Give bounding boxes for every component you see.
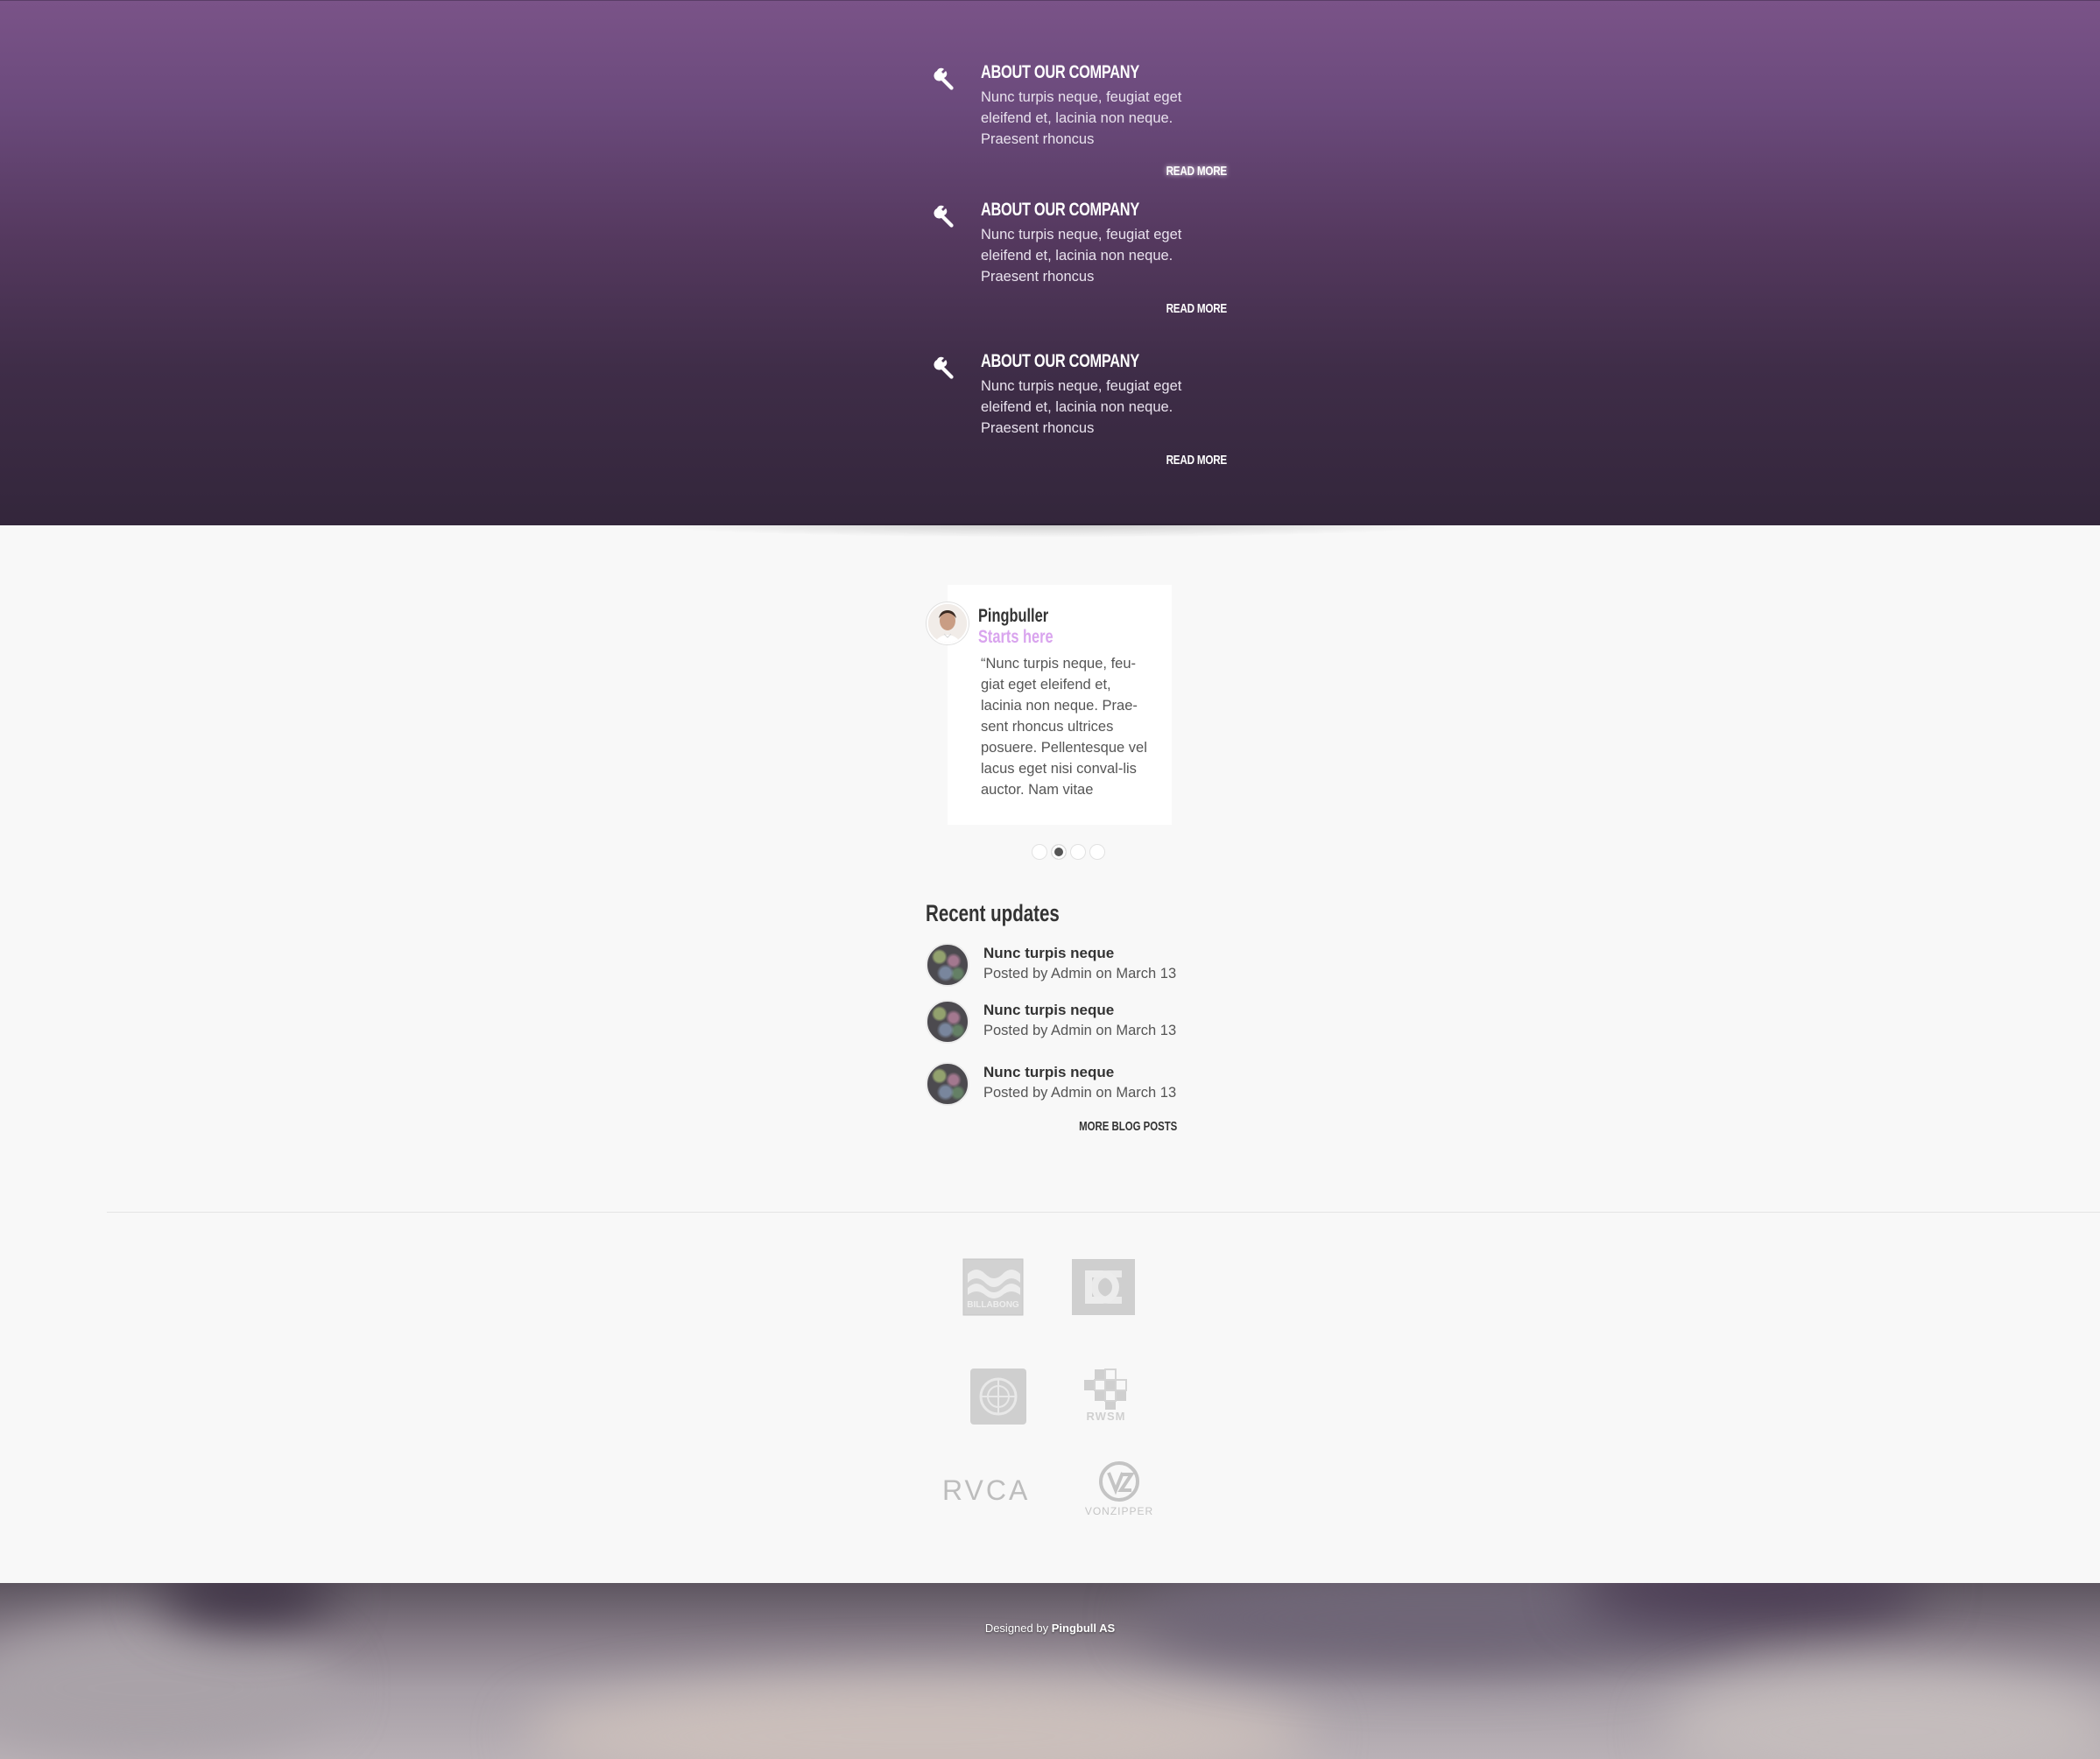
post-thumbnail[interactable] xyxy=(926,943,969,987)
feature-text: Nunc turpis neque, feugiat eget eleifend… xyxy=(981,227,1182,285)
post-title[interactable]: Nunc turpis neque xyxy=(983,1064,1114,1081)
post-thumbnail[interactable] xyxy=(926,1000,969,1044)
footer-credit-link[interactable]: Pingbull AS xyxy=(1052,1622,1115,1635)
slider-dot[interactable] xyxy=(1089,844,1105,860)
post-title[interactable]: Nunc turpis neque xyxy=(983,945,1114,962)
vonzipper-logo[interactable]: VONZIPPER xyxy=(1082,1460,1156,1520)
testimonial-quote: “Nunc turpis neque, feu-giat eget eleife… xyxy=(981,656,1147,798)
rwsm-logo-text: RWSM xyxy=(1086,1410,1126,1423)
testimonial-name: Pingbuller xyxy=(978,606,1049,626)
list-item[interactable]: Nunc turpis neque Posted by Admin on Mar… xyxy=(926,1062,1180,1108)
post-thumbnail[interactable] xyxy=(926,1062,969,1106)
hero-section: About our company Nunc turpis neque, feu… xyxy=(0,0,2100,525)
wrench-icon xyxy=(934,356,954,379)
divider xyxy=(107,1212,2100,1213)
slider-dot-active[interactable] xyxy=(1051,844,1067,860)
element-logo[interactable]: element xyxy=(969,1368,1027,1425)
billabong-logo[interactable]: BILLABONG xyxy=(962,1258,1024,1316)
post-title[interactable]: Nunc turpis neque xyxy=(983,1002,1114,1019)
feature-title: About our company xyxy=(981,200,1139,220)
post-meta: Posted by Admin on March 13 xyxy=(983,966,1177,982)
list-item[interactable]: Nunc turpis neque Posted by Admin on Mar… xyxy=(926,1000,1180,1045)
vonzipper-logo-text: VONZIPPER xyxy=(1084,1505,1154,1517)
person-avatar-icon xyxy=(928,604,967,643)
slider-pagination xyxy=(1032,844,1105,862)
footer: Designed by Pingbull AS xyxy=(0,1583,2100,1759)
rvca-logo-text: RVCA xyxy=(942,1474,1031,1506)
footer-background-blur xyxy=(0,1618,333,1758)
slider-dot[interactable] xyxy=(1032,844,1047,860)
testimonial-subtitle: Starts here xyxy=(978,627,1054,647)
footer-credit-prefix: Designed by xyxy=(984,1622,1049,1635)
page: About our company Nunc turpis neque, feu… xyxy=(0,0,2100,1759)
read-more-link[interactable]: Read more xyxy=(1142,301,1228,316)
hero-shadow xyxy=(631,524,1471,538)
footer-background-blur xyxy=(525,1679,1314,1759)
post-meta: Posted by Admin on March 13 xyxy=(983,1085,1177,1101)
rwsm-logo-icon xyxy=(1084,1369,1127,1410)
dc-logo-icon xyxy=(1072,1259,1135,1315)
wrench-icon xyxy=(934,205,954,228)
post-meta: Posted by Admin on March 13 xyxy=(983,1023,1177,1038)
list-item[interactable]: Nunc turpis neque Posted by Admin on Mar… xyxy=(926,943,1180,989)
more-blog-posts-link[interactable]: More blog posts xyxy=(1079,1119,1177,1134)
read-more-link[interactable]: Read more xyxy=(1142,164,1228,179)
vonzipper-logo-icon xyxy=(1099,1461,1139,1502)
wrench-icon xyxy=(934,67,954,90)
footer-credit: Designed by Pingbull AS xyxy=(0,1622,2100,1635)
read-more-link[interactable]: Read more xyxy=(1142,453,1228,468)
avatar xyxy=(927,602,969,644)
recent-updates-title: Recent updates xyxy=(926,900,1060,926)
dc-logo[interactable]: DC xyxy=(1071,1258,1136,1316)
slider-dot[interactable] xyxy=(1070,844,1086,860)
feature-title: About our company xyxy=(981,62,1139,82)
feature-text: Nunc turpis neque, feugiat eget eleifend… xyxy=(981,378,1182,436)
billabong-logo-text: BILLABONG xyxy=(967,1300,1019,1310)
element-logo-icon xyxy=(970,1369,1026,1425)
rwsm-logo[interactable]: RWSM xyxy=(1082,1368,1130,1425)
footer-background-blur xyxy=(1664,1671,2100,1759)
rvca-logo[interactable]: RVCA xyxy=(942,1474,1039,1509)
feature-title: About our company xyxy=(981,351,1139,371)
feature-text: Nunc turpis neque, feugiat eget eleifend… xyxy=(981,89,1182,147)
